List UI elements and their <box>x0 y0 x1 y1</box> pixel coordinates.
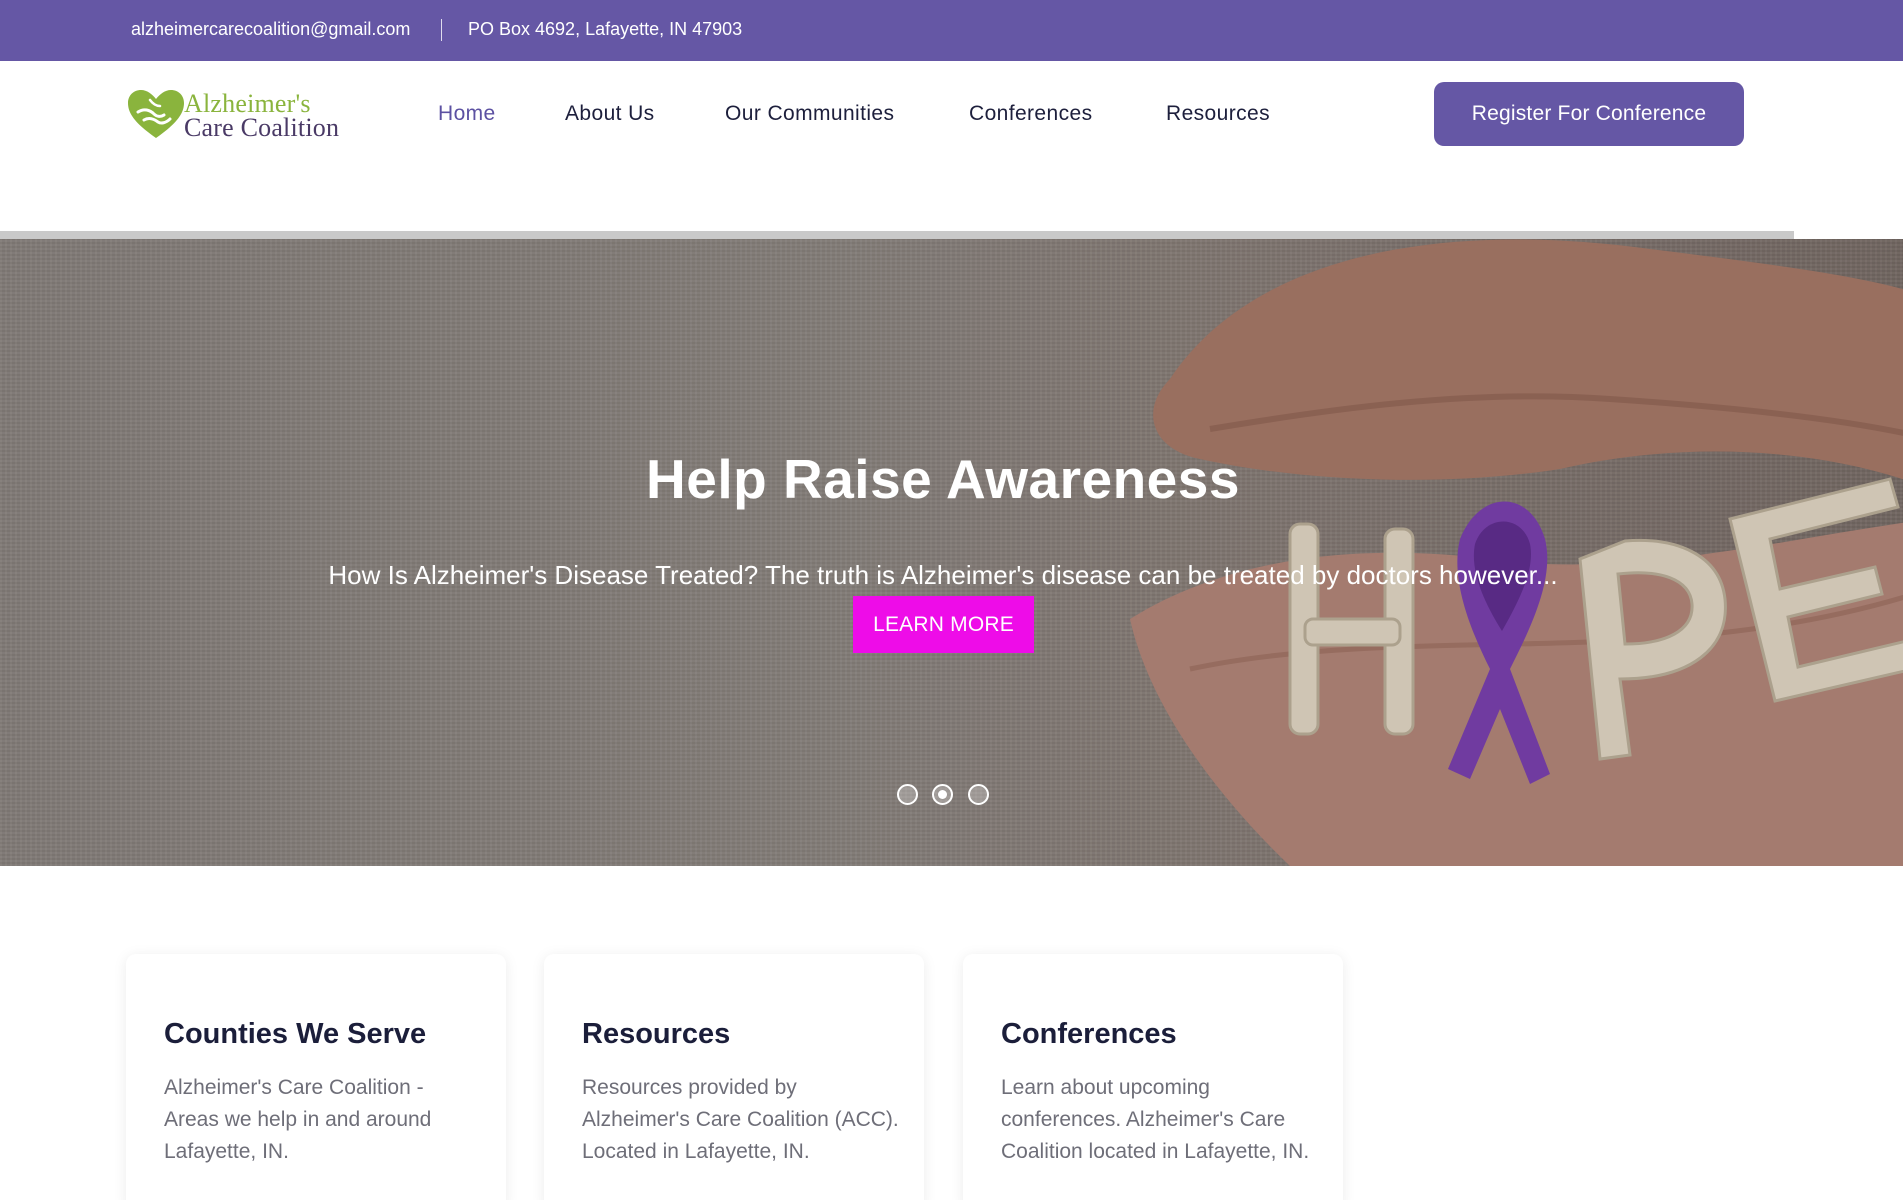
card-title: Counties We Serve <box>164 1018 427 1050</box>
slider-dot-3[interactable] <box>968 784 989 805</box>
card-title: Conferences <box>1001 1018 1177 1050</box>
nav-home[interactable]: Home <box>438 102 496 126</box>
card-title: Resources <box>582 1018 731 1050</box>
nav-about-us[interactable]: About Us <box>565 102 655 126</box>
learn-more-button[interactable]: LEARN MORE <box>853 596 1034 653</box>
topbar-separator <box>441 19 442 41</box>
nav-conferences[interactable]: Conferences <box>969 102 1092 126</box>
card-text: Alzheimer's Care Coalition - Areas we he… <box>164 1076 432 1163</box>
logo-line-2: Care Coalition <box>184 113 340 142</box>
register-conference-button[interactable]: Register For Conference <box>1434 82 1744 146</box>
nav-resources[interactable]: Resources <box>1166 102 1270 126</box>
card-resources[interactable]: Resources Resources provided by Alzheime… <box>544 954 924 1200</box>
hero-title: Help Raise Awareness <box>646 448 1240 510</box>
card-counties-we-serve[interactable]: Counties We Serve Alzheimer's Care Coali… <box>126 954 506 1200</box>
nav-our-communities[interactable]: Our Communities <box>725 102 894 126</box>
site-logo[interactable]: Alzheimer's Care Coalition <box>126 86 346 146</box>
contact-email[interactable]: alzheimercarecoalition@gmail.com <box>131 19 410 40</box>
top-contact-bar: alzheimercarecoalition@gmail.com PO Box … <box>0 0 1903 61</box>
heart-hands-icon <box>128 90 184 138</box>
card-text: Resources provided by Alzheimer's Care C… <box>582 1076 899 1163</box>
slider-dot-1[interactable] <box>897 784 918 805</box>
header-divider <box>0 231 1794 239</box>
slider-dot-2[interactable] <box>932 784 953 805</box>
hero-overlay <box>0 239 1903 866</box>
hero-slider: Help Raise Awareness How Is Alzheimer's … <box>0 239 1903 866</box>
card-text: Learn about upcoming conferences. Alzhei… <box>1001 1076 1310 1163</box>
contact-address: PO Box 4692, Lafayette, IN 47903 <box>468 19 743 39</box>
card-conferences[interactable]: Conferences Learn about upcoming confere… <box>963 954 1343 1200</box>
hero-subtitle: How Is Alzheimer's Disease Treated? The … <box>328 560 1558 590</box>
